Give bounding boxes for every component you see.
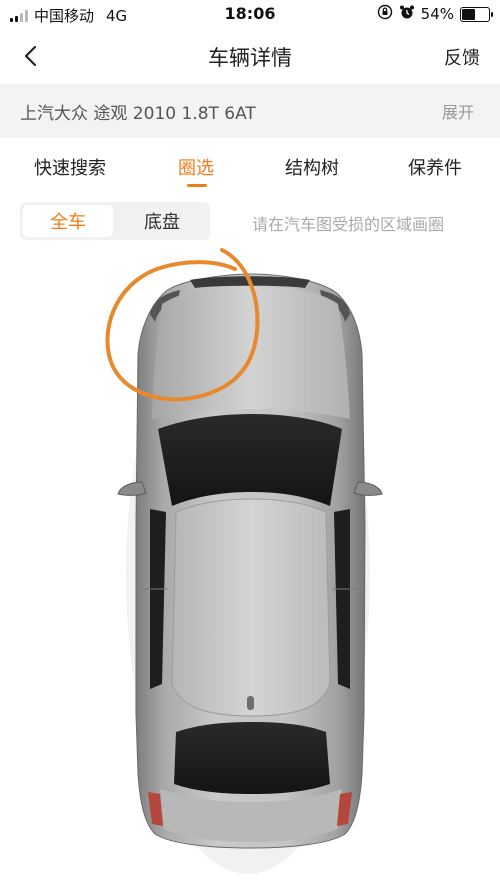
- expand-button[interactable]: 展开: [442, 99, 474, 123]
- segment-chassis[interactable]: 底盘: [117, 205, 207, 237]
- vehicle-model-bar: 上汽大众 途观 2010 1.8T 6AT 展开: [0, 84, 500, 138]
- mirror-right: [353, 481, 383, 496]
- car-roof: [171, 498, 331, 717]
- view-segment-control: 全车 底盘: [20, 202, 210, 240]
- car-drawing-canvas[interactable]: [0, 244, 500, 889]
- battery-icon: [460, 6, 493, 22]
- status-right: 54%: [377, 4, 493, 24]
- feedback-button[interactable]: 反馈: [444, 44, 480, 70]
- alarm-clock-icon: [399, 4, 415, 24]
- rear-window: [174, 722, 330, 794]
- mirror-left: [117, 481, 147, 496]
- battery-percent: 54%: [420, 5, 454, 23]
- tab-structure-tree[interactable]: 结构树: [285, 154, 339, 180]
- orientation-lock-icon: [377, 4, 393, 24]
- car-top-view: [105, 248, 383, 874]
- page-title: 车辆详情: [208, 46, 292, 70]
- antenna: [247, 696, 254, 710]
- tab-circle-select[interactable]: 圈选: [178, 154, 214, 180]
- status-bar: 中国移动 4G 18:06 54%: [0, 0, 500, 30]
- vehicle-model: 上汽大众 途观 2010 1.8T 6AT: [20, 103, 256, 124]
- vehicle-detail-screen: 中国移动 4G 18:06 54% 车辆详情 反馈 上汽大众 途观 2010 1…: [0, 0, 500, 889]
- segment-full-car[interactable]: 全车: [23, 205, 113, 237]
- draw-hint: 请在汽车图受损的区域画圈: [252, 215, 445, 234]
- tab-bar: 快速搜索 圈选 结构树 保养件: [0, 140, 500, 192]
- active-tab-indicator: [187, 184, 207, 187]
- tab-maintenance-parts[interactable]: 保养件: [408, 154, 462, 180]
- tab-quick-search[interactable]: 快速搜索: [34, 154, 106, 180]
- navigation-bar: 车辆详情 反馈: [0, 30, 500, 82]
